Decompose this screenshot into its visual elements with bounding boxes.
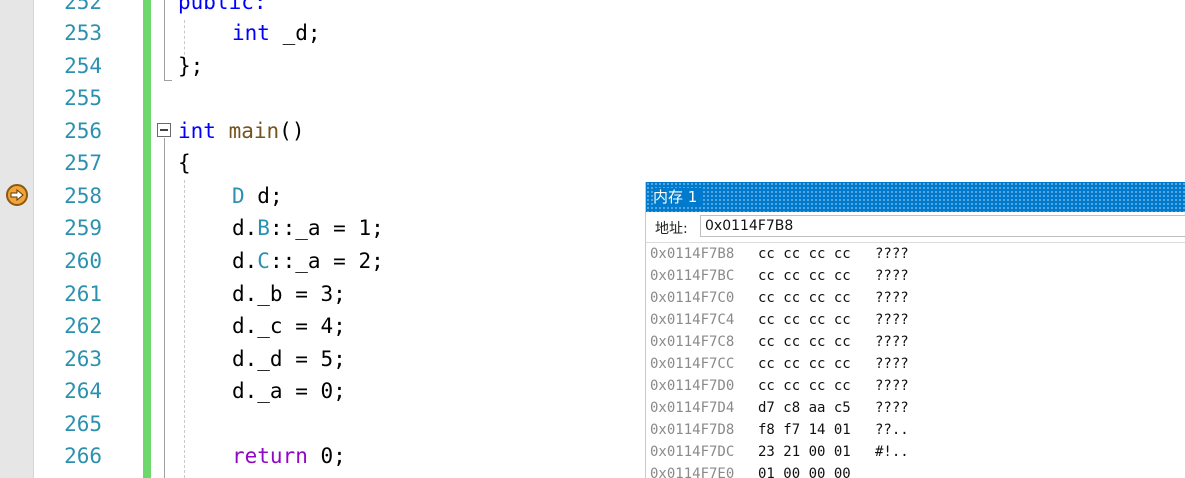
memory-window-title: 内存 1 bbox=[653, 188, 704, 206]
keyword: public: bbox=[178, 0, 267, 14]
address-input[interactable]: 0x0114F7B8 bbox=[700, 215, 1185, 237]
memory-chars: ???? bbox=[875, 290, 909, 306]
memory-bytes[interactable]: f8 f7 14 01 bbox=[758, 419, 851, 441]
code-text: () bbox=[279, 119, 305, 143]
memory-address: 0x0114F7E0 bbox=[650, 466, 735, 478]
memory-chars: ???? bbox=[875, 268, 909, 284]
memory-address: 0x0114F7CC bbox=[650, 356, 735, 372]
memory-address: 0x0114F7D8 bbox=[650, 422, 735, 438]
memory-chars: #!.. bbox=[875, 444, 909, 460]
code-text: d. bbox=[232, 216, 258, 240]
code-text: ::_a = 1; bbox=[269, 216, 384, 240]
code-line: int _d; bbox=[232, 21, 321, 45]
code-line: public: bbox=[178, 0, 267, 14]
memory-row: 0x0114F7E0 01 00 00 00 bbox=[646, 463, 1185, 478]
code-text: d. bbox=[232, 249, 258, 273]
code-text: 0; bbox=[307, 444, 346, 468]
memory-row: 0x0114F7C8 cc cc cc cc???? bbox=[646, 331, 1185, 353]
memory-address: 0x0114F7C4 bbox=[650, 312, 735, 328]
code-line: d._b = 3; bbox=[232, 282, 346, 306]
code-line: d._d = 5; bbox=[232, 347, 346, 371]
memory-chars: ???? bbox=[875, 312, 909, 328]
memory-address: 0x0114F7BC bbox=[650, 268, 735, 284]
memory-chars: ???? bbox=[875, 400, 909, 416]
memory-address: 0x0114F7C0 bbox=[650, 290, 735, 306]
memory-window[interactable]: 内存 1 地址: 0x0114F7B8 0x0114F7B8 cc cc cc c… bbox=[645, 182, 1185, 478]
memory-row: 0x0114F7BC cc cc cc cc???? bbox=[646, 265, 1185, 287]
memory-window-title-bar[interactable]: 内存 1 bbox=[646, 182, 1185, 212]
memory-bytes[interactable]: cc cc cc cc bbox=[758, 243, 851, 265]
memory-bytes[interactable]: 23 21 00 01 bbox=[758, 441, 851, 463]
code-line: }; bbox=[178, 54, 204, 78]
memory-address: 0x0114F7D4 bbox=[650, 400, 735, 416]
keyword: return bbox=[232, 444, 308, 468]
code-text: _d; bbox=[269, 21, 321, 45]
keyword: int bbox=[232, 21, 270, 45]
memory-chars: ???? bbox=[875, 356, 909, 372]
memory-row: 0x0114F7DC 23 21 00 01 #!.. bbox=[646, 441, 1185, 463]
fold-line-end bbox=[164, 80, 172, 81]
code-line: d.C::_a = 2; bbox=[232, 249, 384, 273]
code-line: d.B::_a = 1; bbox=[232, 216, 384, 240]
memory-bytes[interactable]: 01 00 00 00 bbox=[758, 463, 851, 478]
memory-row: 0x0114F7D8 f8 f7 14 01??.. bbox=[646, 419, 1185, 441]
memory-address: 0x0114F7DC bbox=[650, 444, 735, 460]
memory-bytes[interactable]: cc cc cc cc bbox=[758, 287, 851, 309]
memory-row: 0x0114F7CC cc cc cc cc???? bbox=[646, 353, 1185, 375]
address-label: 地址: bbox=[655, 221, 688, 237]
collapse-toggle-icon[interactable] bbox=[157, 123, 171, 137]
memory-chars: ??.. bbox=[875, 422, 909, 438]
function-name: main bbox=[228, 119, 280, 143]
memory-row: 0x0114F7D0 cc cc cc cc???? bbox=[646, 375, 1185, 397]
code-line: { bbox=[178, 151, 191, 175]
type-name: B bbox=[257, 216, 270, 240]
code-text: ::_a = 2; bbox=[269, 249, 384, 273]
type-name: D bbox=[232, 184, 245, 208]
memory-address: 0x0114F7C8 bbox=[650, 334, 735, 350]
memory-chars: ???? bbox=[875, 378, 909, 394]
type-name: C bbox=[257, 249, 270, 273]
memory-row: 0x0114F7C0 cc cc cc cc???? bbox=[646, 287, 1185, 309]
memory-bytes[interactable]: cc cc cc cc bbox=[758, 265, 851, 287]
memory-bytes[interactable]: cc cc cc cc bbox=[758, 353, 851, 375]
memory-bytes[interactable]: d7 c8 aa c5 bbox=[758, 397, 851, 419]
code-text: d; bbox=[244, 184, 283, 208]
keyword: int bbox=[178, 119, 216, 143]
fold-line bbox=[164, 138, 165, 478]
code-line: d._c = 4; bbox=[232, 314, 346, 338]
memory-row: 0x0114F7B8 cc cc cc cc???? bbox=[646, 243, 1185, 265]
memory-bytes[interactable]: cc cc cc cc bbox=[758, 309, 851, 331]
code-line: int main() bbox=[178, 119, 304, 143]
memory-chars: ???? bbox=[875, 334, 909, 350]
fold-line bbox=[164, 0, 165, 80]
address-bar: 地址: 0x0114F7B8 bbox=[646, 212, 1185, 243]
memory-row: 0x0114F7C4 cc cc cc cc???? bbox=[646, 309, 1185, 331]
code-line: return 0; bbox=[232, 444, 346, 468]
indent-guide bbox=[184, 180, 185, 478]
code-line: D d; bbox=[232, 184, 283, 208]
code-line: d._a = 0; bbox=[232, 379, 346, 403]
memory-bytes[interactable]: cc cc cc cc bbox=[758, 331, 851, 353]
memory-address: 0x0114F7D0 bbox=[650, 378, 735, 394]
memory-row: 0x0114F7D4 d7 c8 aa c5???? bbox=[646, 397, 1185, 419]
memory-bytes[interactable]: cc cc cc cc bbox=[758, 375, 851, 397]
memory-address: 0x0114F7B8 bbox=[650, 246, 735, 262]
memory-chars: ???? bbox=[875, 246, 909, 262]
